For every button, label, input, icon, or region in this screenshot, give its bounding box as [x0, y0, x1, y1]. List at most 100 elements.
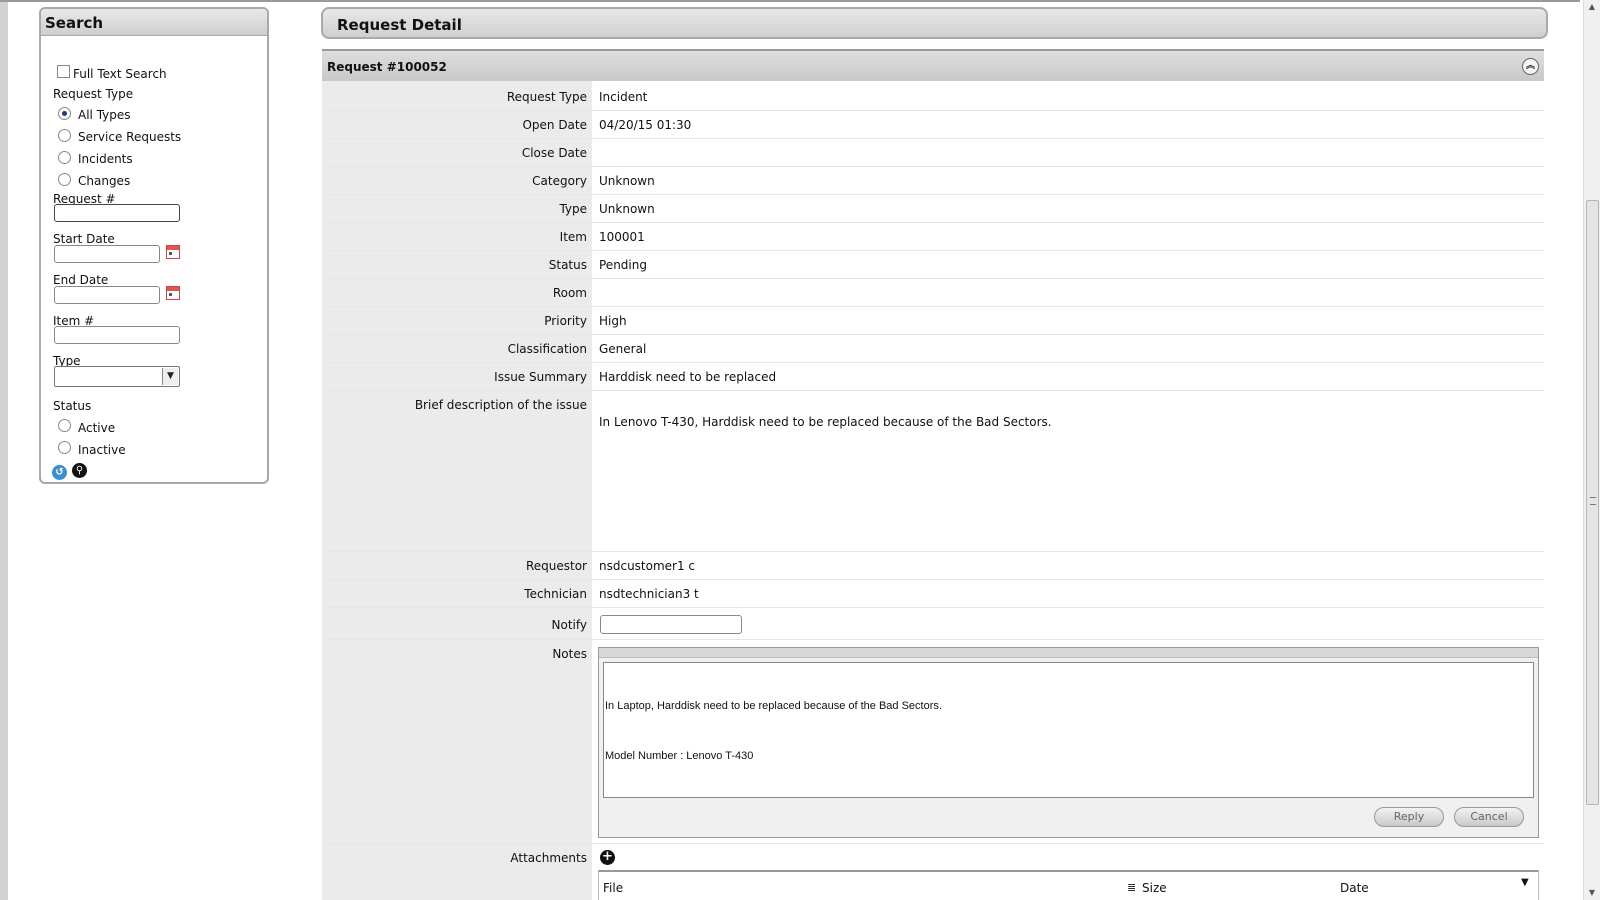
add-attachment-icon[interactable]: +: [600, 850, 615, 865]
column-menu-icon[interactable]: ≣: [1127, 881, 1136, 894]
field-value: nsdtechnician3 t: [599, 587, 699, 601]
field-label: Open Date: [522, 118, 587, 132]
cancel-button[interactable]: Cancel: [1454, 807, 1524, 827]
field-label: Status: [548, 258, 587, 272]
radio-inactive-label: Inactive: [78, 443, 126, 457]
field-value: Harddisk need to be replaced: [599, 370, 777, 384]
grip-icon: [1590, 497, 1596, 505]
radio-service-requests-label: Service Requests: [78, 130, 182, 144]
field-row-classification: Classification General: [322, 335, 1544, 363]
field-label: Requestor: [525, 559, 587, 573]
request-type-label: Request Type: [53, 87, 134, 101]
field-row-status: Status Pending: [322, 251, 1544, 279]
full-text-search-checkbox[interactable]: [57, 65, 70, 78]
field-label: Brief description of the issue: [414, 398, 587, 412]
radio-changes[interactable]: [58, 173, 71, 186]
field-label: Issue Summary: [494, 370, 587, 384]
field-value: 100001: [599, 230, 645, 244]
radio-active-label: Active: [78, 421, 116, 435]
field-row-room: Room: [322, 279, 1544, 307]
field-label: Close Date: [521, 146, 587, 160]
collapse-icon[interactable]: ︽: [1522, 58, 1539, 75]
field-label: Request Type: [506, 90, 587, 104]
attachments-table-header: File ≣ Size Date ▼: [598, 870, 1539, 900]
end-date-input[interactable]: [54, 286, 160, 304]
field-label: Notify: [551, 618, 587, 632]
chevron-down-icon: ▼: [162, 368, 178, 385]
notify-input[interactable]: [600, 615, 742, 634]
page-title: Request Detail: [321, 7, 1548, 39]
field-row-technician: Technician nsdtechnician3 t: [322, 580, 1544, 608]
type-select[interactable]: ▼: [54, 366, 180, 387]
radio-active[interactable]: [58, 419, 71, 432]
field-row-notify: Notify: [322, 608, 1544, 640]
notes-line-1: In Laptop, Harddisk need to be replaced …: [605, 700, 942, 712]
field-label: Type: [559, 202, 587, 216]
field-row-category: Category Unknown: [322, 167, 1544, 195]
notes-line-2: Model Number : Lenovo T-430: [605, 750, 754, 762]
column-size[interactable]: Size: [1142, 881, 1167, 895]
field-label: Classification: [507, 342, 587, 356]
vertical-scrollbar[interactable]: ▲ ▼: [1583, 0, 1600, 900]
radio-inactive[interactable]: [58, 441, 71, 454]
field-value: General: [599, 342, 647, 356]
request-number-input[interactable]: [54, 204, 180, 222]
end-date-calendar-icon[interactable]: [166, 286, 180, 300]
field-value: Unknown: [599, 202, 655, 216]
field-value: Pending: [599, 258, 647, 272]
field-row-type: Type Unknown: [322, 195, 1544, 223]
field-row-requestor: Requestor nsdcustomer1 c: [322, 552, 1544, 580]
field-row-description: Brief description of the issue In Lenovo…: [322, 391, 1544, 552]
field-row-open-date: Open Date 04/20/15 01:30: [322, 111, 1544, 139]
column-file[interactable]: File: [603, 881, 623, 895]
filter-icon[interactable]: ▼: [1521, 877, 1529, 888]
radio-incidents-label: Incidents: [78, 152, 133, 166]
left-edge: [0, 0, 8, 900]
column-date[interactable]: Date: [1340, 881, 1369, 895]
start-date-calendar-icon[interactable]: [166, 245, 180, 259]
field-row-request-type: Request Type Incident: [322, 83, 1544, 111]
field-value: Unknown: [599, 174, 655, 188]
start-date-label: Start Date: [53, 232, 115, 246]
field-label: Attachments: [510, 851, 587, 865]
field-label: Notes: [552, 647, 587, 661]
radio-all-types-label: All Types: [78, 108, 131, 122]
scroll-down-icon[interactable]: ▼: [1587, 888, 1597, 897]
end-date-label: End Date: [53, 273, 109, 287]
field-row-priority: Priority High: [322, 307, 1544, 335]
radio-incidents[interactable]: [58, 151, 71, 164]
scrollbar-thumb[interactable]: [1586, 200, 1599, 805]
search-panel: Search Full Text Search Request Type All…: [39, 7, 269, 484]
field-value: nsdcustomer1 c: [599, 559, 696, 573]
request-heading-bar: Request #100052 ︽: [322, 49, 1544, 81]
field-row-issue-summary: Issue Summary Harddisk need to be replac…: [322, 363, 1544, 391]
radio-service-requests[interactable]: [58, 129, 71, 142]
notes-textarea[interactable]: In Laptop, Harddisk need to be replaced …: [603, 662, 1534, 798]
field-label: Item: [559, 230, 587, 244]
reset-icon[interactable]: ↺: [52, 465, 67, 480]
field-value: Incident: [599, 90, 648, 104]
start-date-input[interactable]: [54, 245, 160, 263]
full-text-search-label: Full Text Search: [73, 67, 167, 81]
notes-editor: In Laptop, Harddisk need to be replaced …: [598, 647, 1539, 838]
status-label: Status: [53, 399, 92, 413]
field-value: High: [599, 314, 627, 328]
radio-changes-label: Changes: [78, 174, 131, 188]
radio-all-types[interactable]: [58, 107, 71, 120]
field-label: Technician: [524, 587, 587, 601]
field-label: Priority: [544, 314, 587, 328]
field-value: 04/20/15 01:30: [599, 118, 692, 132]
search-icon[interactable]: ⚲: [72, 463, 87, 478]
field-value: In Lenovo T-430, Harddisk need to be rep…: [599, 415, 1052, 429]
notes-toolbar: [599, 648, 1538, 658]
request-heading: Request #100052: [327, 60, 447, 74]
field-row-close-date: Close Date: [322, 139, 1544, 167]
scroll-up-icon[interactable]: ▲: [1587, 2, 1597, 11]
reply-button[interactable]: Reply: [1374, 807, 1444, 827]
field-row-item: Item 100001: [322, 223, 1544, 251]
field-label: Room: [552, 286, 587, 300]
top-divider: [0, 0, 1580, 2]
search-title: Search: [41, 9, 267, 36]
field-label: Category: [532, 174, 587, 188]
item-number-input[interactable]: [54, 326, 180, 344]
